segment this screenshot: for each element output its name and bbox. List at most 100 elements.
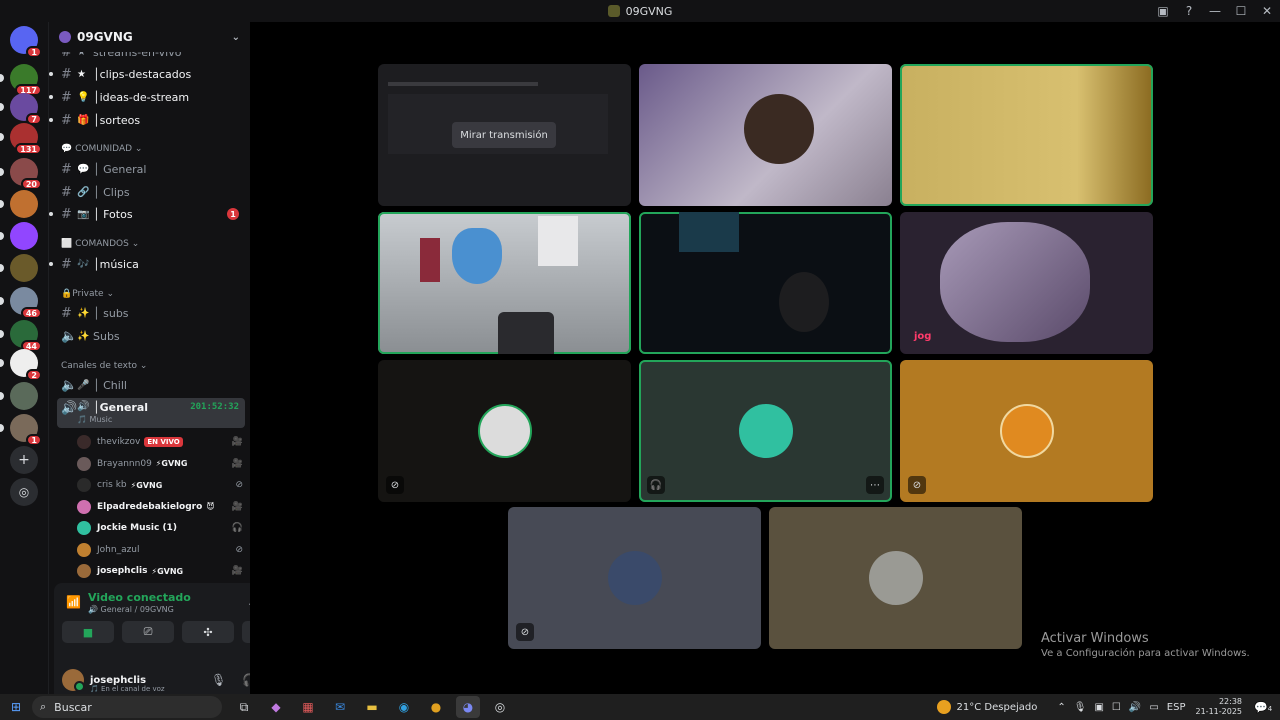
channel-general-text[interactable]: # 💬 │ General (57, 159, 245, 179)
screen-recorder-icon[interactable]: ◎ (488, 696, 512, 718)
server-icon[interactable] (10, 382, 38, 410)
channel-ideas-de-stream[interactable]: # 💡 │ideas-de-stream (49, 87, 245, 107)
channel-fotos[interactable]: # 📷 │ Fotos 1 (49, 204, 245, 224)
file-explorer-icon[interactable]: ▬ (360, 696, 384, 718)
server-icon[interactable]: 46 (10, 287, 42, 319)
maximize-button[interactable]: ☐ (1228, 4, 1254, 18)
participant-tile[interactable]: ⊘ (900, 360, 1153, 502)
server-icon[interactable] (10, 190, 38, 218)
category-private[interactable]: 🔒Private ⌄ (61, 289, 114, 299)
voice-user[interactable]: cris kb ⚡GVNG ⊘ (77, 475, 245, 495)
star-icon: ★ (77, 52, 86, 58)
discover-icon[interactable]: ◎ (10, 478, 38, 506)
guild-header[interactable]: 09GVNG ⌄ (49, 22, 250, 52)
volume-icon[interactable]: 🔊 (1129, 702, 1141, 713)
store-icon[interactable]: ▦ (296, 696, 320, 718)
channel-musica[interactable]: # 🎶 │música (49, 254, 245, 274)
weather-icon (936, 700, 951, 714)
live-badge: EN VIVO (144, 437, 183, 447)
video-tile[interactable] (900, 64, 1153, 206)
server-icon[interactable]: 20 (10, 158, 42, 190)
participant-tile[interactable] (769, 507, 1022, 649)
channel-general-voice[interactable]: 🔊 🔊 │General 201:52:32 🎵 Music (57, 398, 245, 428)
avatar[interactable] (62, 669, 85, 692)
notification-icon[interactable]: 💬4 (1254, 701, 1274, 714)
server-icon[interactable]: 117 (10, 64, 42, 96)
voice-channel-path[interactable]: 🔊 General / 09GVNG (88, 605, 174, 614)
channel-subs-text[interactable]: # ✨ │ subs (57, 303, 245, 323)
edge-icon[interactable]: ◉ (392, 696, 416, 718)
category-canales-de-texto[interactable]: Canales de texto ⌄ (61, 361, 147, 371)
mail-icon[interactable]: ✉ (328, 696, 352, 718)
weather-widget[interactable]: 21°C Despejado (936, 700, 1037, 714)
video-tile[interactable] (639, 212, 892, 354)
help-icon[interactable]: ? (1176, 4, 1202, 18)
chevron-down-icon: ⌄ (231, 31, 240, 43)
server-icon[interactable]: 7 (10, 93, 42, 125)
sparkle-icon: ✨ (77, 330, 90, 342)
battery-icon[interactable]: ▭ (1149, 702, 1158, 713)
category-comandos[interactable]: ⬜ COMANDOS ⌄ (61, 239, 139, 249)
chevron-up-icon[interactable]: ⌃ (1057, 702, 1065, 713)
server-badge: 1 (26, 46, 42, 58)
avatar (77, 456, 91, 471)
video-tile[interactable]: jog (900, 212, 1153, 354)
add-server-icon[interactable]: + (10, 446, 38, 474)
inbox-icon[interactable]: ▣ (1150, 4, 1176, 18)
server-icon[interactable]: 131 (10, 123, 42, 155)
camera-icon[interactable]: ▣ (1094, 702, 1103, 713)
voice-user[interactable]: Jockie Music (1) 🎧 (77, 518, 245, 538)
participant-tile[interactable]: ⊘ (378, 360, 631, 502)
activities-button[interactable]: ✣ (182, 621, 234, 643)
muted-icon: ⊘ (235, 480, 243, 490)
voice-user[interactable]: Brayannn09 ⚡GVNG 🎥 (77, 454, 245, 474)
camera-button[interactable]: ■ (62, 621, 114, 643)
participant-tile[interactable]: ⊘ (508, 507, 761, 649)
channel-clips[interactable]: # 🔗 │ Clips (57, 182, 245, 202)
participant-tile[interactable]: 🎧 ⋯ (639, 360, 892, 502)
voice-user[interactable]: John_azul ⊘ (77, 540, 245, 560)
channel-sorteos[interactable]: # 🎁 │sorteos (49, 110, 245, 130)
windows-start-icon[interactable]: ⊞ (0, 700, 32, 714)
microphone-icon[interactable]: 🎙 (1074, 702, 1087, 713)
copilot-icon[interactable]: ◆ (264, 696, 288, 718)
camera-icon: 🎥 (231, 566, 243, 576)
server-icon[interactable] (10, 254, 38, 282)
signal-icon[interactable]: 📶 (66, 595, 81, 609)
clock[interactable]: 22:38 21-11-2025 (1196, 697, 1243, 717)
server-icon[interactable]: 2 (10, 349, 42, 381)
server-icon[interactable]: 1 (10, 26, 42, 58)
channel-subs-voice[interactable]: 🔈 ✨ Subs (57, 326, 245, 346)
server-icon[interactable] (10, 222, 38, 250)
network-icon[interactable]: ☐ (1112, 702, 1121, 713)
close-button[interactable]: ✕ (1254, 4, 1280, 18)
camera-icon: 🎥 (231, 437, 243, 447)
category-comunidad[interactable]: 💬 COMUNIDAD ⌄ (61, 144, 142, 154)
channel-streams-en-vivo[interactable]: # ★ streams-en-vivo (57, 52, 245, 62)
more-options-icon[interactable]: ⋯ (866, 476, 884, 494)
taskbar-search[interactable]: ⌕ Buscar (32, 696, 222, 718)
minimize-button[interactable]: — (1202, 4, 1228, 18)
server-badge: 1 (26, 434, 42, 446)
voice-user[interactable]: Elpadredebakielogro 😈 🎥 (77, 497, 245, 517)
chevron-down-icon: ⌄ (137, 361, 148, 371)
server-icon[interactable]: 1 (10, 414, 42, 446)
language-indicator[interactable]: ESP (1167, 702, 1186, 713)
voice-status[interactable]: Video conectado (88, 591, 191, 604)
voice-user[interactable]: josephclis ⚡GVNG 🎥 (77, 561, 245, 580)
server-icon[interactable]: 44 (10, 320, 42, 352)
screen-share-button[interactable]: ⎚ (122, 621, 174, 643)
video-tile[interactable] (378, 212, 631, 354)
channel-chill[interactable]: 🔈 🎤 │ Chill (57, 375, 245, 395)
voice-user[interactable]: thevikzov EN VIVO 🎥 (77, 432, 245, 452)
chrome-icon[interactable]: ● (424, 696, 448, 718)
watch-stream-button[interactable]: Mirar transmisión (452, 122, 556, 148)
microphone-icon[interactable]: 🎙 (211, 673, 226, 687)
task-view-icon[interactable]: ⧉ (232, 696, 256, 718)
username[interactable]: josephclis (90, 675, 146, 686)
stream-tile[interactable]: Mirar transmisión (378, 64, 631, 206)
discord-icon[interactable]: ◕ (456, 696, 480, 718)
hash-icon: # (61, 256, 72, 272)
video-tile[interactable] (639, 64, 892, 206)
channel-clips-destacados[interactable]: # ★ │clips-destacados (49, 64, 245, 84)
